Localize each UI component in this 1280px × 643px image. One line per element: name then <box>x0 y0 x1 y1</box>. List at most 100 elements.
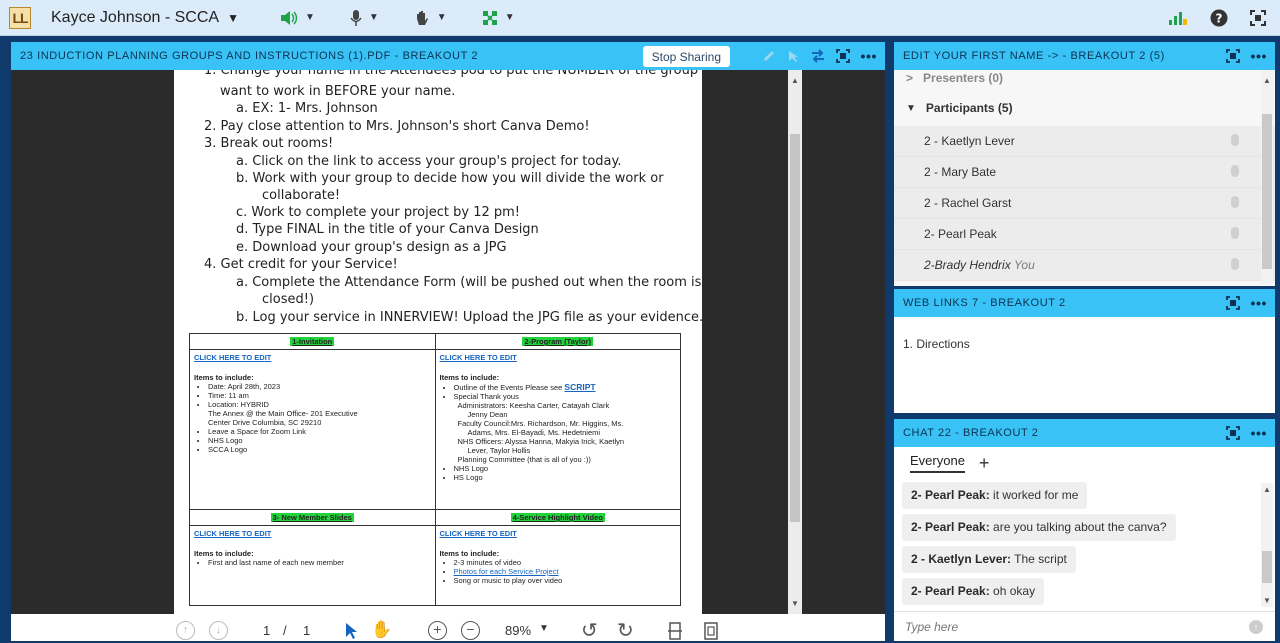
fullscreen-icon[interactable] <box>1250 10 1266 26</box>
doc-line: 4. Get credit for your Service! <box>204 257 398 272</box>
send-icon[interactable]: ↑ <box>1249 620 1263 634</box>
chevron-down-icon[interactable]: ▼ <box>539 623 549 634</box>
page-current[interactable]: 1 <box>263 623 270 638</box>
previous-page-icon[interactable]: ↑ <box>176 621 195 640</box>
zoom-out-icon[interactable]: − <box>461 621 480 640</box>
zoom-in-icon[interactable]: + <box>428 621 447 640</box>
chat-input[interactable] <box>905 619 1225 634</box>
item: Song or music to play over video <box>454 576 677 585</box>
scroll-down-icon[interactable]: ▼ <box>791 599 799 608</box>
participant-row[interactable]: 2 - Mary Bate <box>894 157 1275 188</box>
weblinks-pod: WEB LINKS 7 - BREAKOUT 2 ••• 1. Directio… <box>894 289 1275 413</box>
group-3-heading: 3- New Member Slides <box>270 513 354 522</box>
chat-sender: 2- Pearl Peak: <box>911 584 990 598</box>
items-label: Items to include: <box>194 373 254 382</box>
microphone-icon <box>1231 134 1239 146</box>
chevron-down-icon: ▼ <box>906 102 916 114</box>
participant-row[interactable]: 2 - Rachel Garst <box>894 188 1275 219</box>
zoom-level[interactable]: 89% <box>505 623 531 638</box>
attendees-scrollbar[interactable]: ▲ <box>1261 70 1273 284</box>
chat-text: oh okay <box>989 584 1036 598</box>
chat-scrollbar[interactable]: ▲ ▼ <box>1261 483 1273 607</box>
hand-tool-icon[interactable]: ✋ <box>371 620 392 640</box>
speaker-control[interactable]: ▼ <box>279 10 315 26</box>
chat-text: it worked for me <box>989 488 1079 502</box>
document-viewer[interactable]: 1. Change your name in the Attendees pod… <box>11 70 885 614</box>
fit-width-icon[interactable] <box>667 622 683 640</box>
item-cont: Faculty Council:Mrs. Richardson, Mr. Hig… <box>457 419 624 428</box>
stop-sharing-button[interactable]: Stop Sharing <box>642 46 730 67</box>
connection-bars-icon[interactable] <box>1168 10 1188 26</box>
chevron-down-icon: ▼ <box>436 12 447 23</box>
item: Outline of the Events Please see SCRIPT <box>454 382 677 392</box>
microphone-icon <box>1231 165 1239 177</box>
more-options-icon[interactable]: ••• <box>1250 295 1267 311</box>
edit-link[interactable]: CLICK HERE TO EDIT <box>194 353 431 362</box>
doc-line: 2. Pay close attention to Mrs. Johnson's… <box>204 119 590 134</box>
microphone-icon <box>1231 196 1239 208</box>
participant-name: 2 - Mary Bate <box>924 165 997 179</box>
doc-line: a. EX: 1- Mrs. Johnson <box>236 101 378 116</box>
more-options-icon[interactable]: ••• <box>1250 425 1267 441</box>
scroll-thumb[interactable] <box>790 134 800 522</box>
item: First and last name of each new member <box>208 558 431 567</box>
sync-icon[interactable] <box>810 49 826 63</box>
maximize-icon[interactable] <box>836 49 851 63</box>
more-options-icon[interactable]: ••• <box>1250 48 1267 64</box>
edit-link[interactable]: CLICK HERE TO EDIT <box>194 529 431 538</box>
tab-everyone[interactable]: Everyone <box>910 453 965 473</box>
add-chat-tab-icon[interactable]: + <box>979 453 990 474</box>
item: 2-3 minutes of video <box>454 558 677 567</box>
scroll-thumb[interactable] <box>1262 551 1272 583</box>
rotate-right-icon[interactable]: ↻ <box>617 618 634 641</box>
maximize-icon[interactable] <box>1226 49 1241 63</box>
raise-hand-control[interactable]: ▼ <box>413 9 447 27</box>
item: Photos for each Service Project <box>454 567 677 576</box>
select-tool-icon[interactable] <box>344 622 358 640</box>
chat-sender: 2- Pearl Peak: <box>911 488 990 502</box>
maximize-icon[interactable] <box>1226 296 1241 310</box>
chat-sender: 2 - Kaetlyn Lever: <box>911 552 1012 566</box>
edit-link[interactable]: CLICK HERE TO EDIT <box>440 353 677 362</box>
item: Leave a Space for Zoom Link <box>208 427 431 436</box>
participant-row-self[interactable]: 2-Brady Hendrix You <box>894 250 1275 281</box>
chat-pod-title: CHAT 22 - BREAKOUT 2 <box>903 427 1039 439</box>
group-1-heading: 1-Invitation <box>290 337 335 346</box>
items-label: Items to include: <box>194 549 254 558</box>
pencil-icon[interactable] <box>762 49 776 63</box>
edit-link[interactable]: CLICK HERE TO EDIT <box>440 529 677 538</box>
script-link[interactable]: SCRIPT <box>564 382 595 392</box>
item: Location: HYBRID <box>208 400 431 409</box>
chat-pod-header: CHAT 22 - BREAKOUT 2 ••• <box>894 419 1275 447</box>
pointer-icon[interactable] <box>786 49 800 63</box>
user-menu[interactable]: Kayce Johnson - SCCA ▼ <box>51 9 239 27</box>
photos-link[interactable]: Photos for each Service Project <box>454 567 559 576</box>
scroll-up-icon[interactable]: ▲ <box>1263 76 1271 85</box>
rotate-left-icon[interactable]: ↺ <box>581 618 598 641</box>
scroll-thumb[interactable] <box>1262 114 1272 269</box>
maximize-icon[interactable] <box>1226 426 1241 440</box>
user-name: Kayce Johnson - SCCA <box>51 8 220 26</box>
chat-messages: 2- Pearl Peak: it worked for me 2- Pearl… <box>894 479 1275 605</box>
scroll-down-icon[interactable]: ▼ <box>1263 596 1271 605</box>
item: Time: 11 am <box>208 391 431 400</box>
weblink-item[interactable]: 1. Directions <box>894 317 1275 351</box>
scroll-up-icon[interactable]: ▲ <box>791 76 799 85</box>
scroll-up-icon[interactable]: ▲ <box>1263 485 1271 494</box>
help-icon[interactable]: ? <box>1210 9 1228 27</box>
participant-row[interactable]: 2- Pearl Peak <box>894 219 1275 250</box>
next-page-icon[interactable]: ↓ <box>209 621 228 640</box>
item-text: Outline of the Events Please see <box>453 383 565 392</box>
svg-text:?: ? <box>1216 12 1223 26</box>
fit-page-icon[interactable] <box>703 622 719 640</box>
microphone-control[interactable]: ▼ <box>349 9 379 27</box>
weblinks-pod-title: WEB LINKS 7 - BREAKOUT 2 <box>903 297 1066 309</box>
document-scrollbar[interactable]: ▲ ▼ <box>788 70 802 614</box>
participants-group[interactable]: ▼ Participants (5) <box>894 90 1275 126</box>
app-logo: LL <box>9 6 31 29</box>
more-options-icon[interactable]: ••• <box>860 48 877 64</box>
chevron-down-icon: ▼ <box>227 10 239 25</box>
layout-control[interactable]: ▼ <box>481 9 515 27</box>
participant-row[interactable]: 2 - Kaetlyn Lever <box>894 126 1275 157</box>
item-cont: Lever, Taylor Hollis <box>467 446 531 455</box>
